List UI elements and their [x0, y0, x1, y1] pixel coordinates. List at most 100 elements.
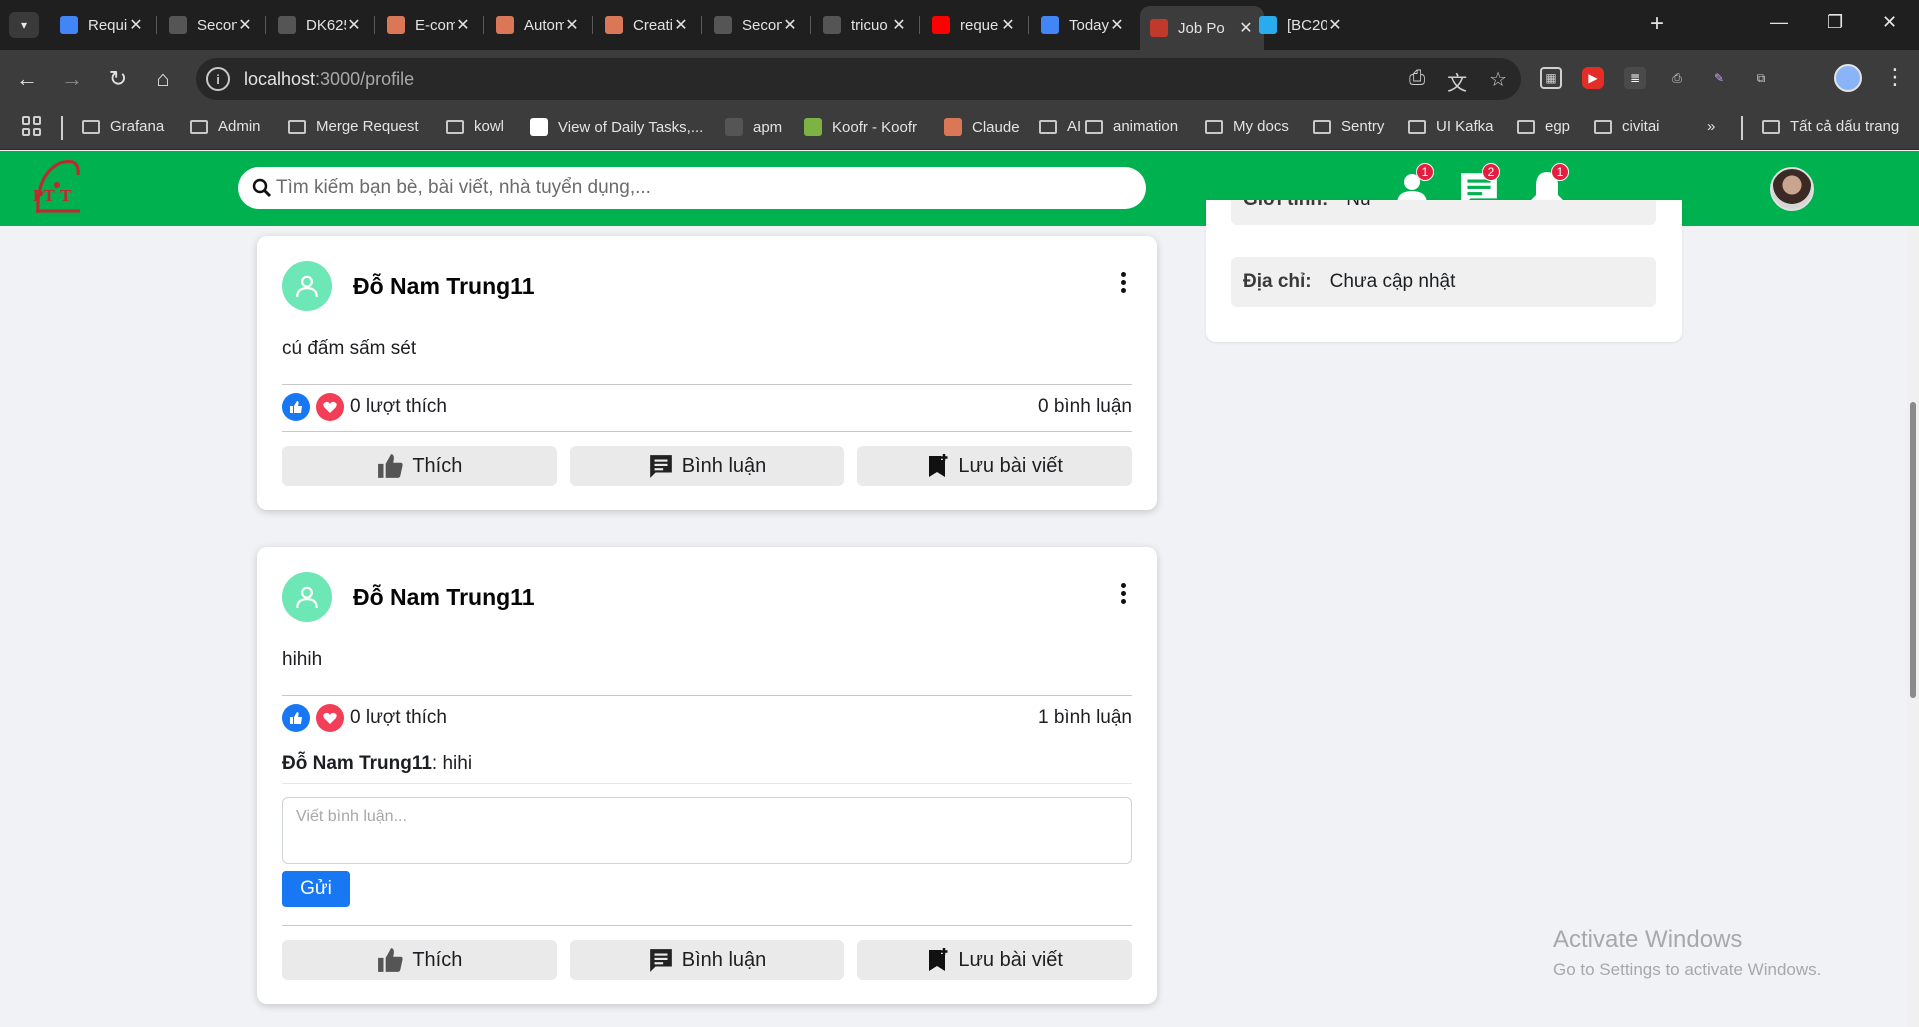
save-post-button[interactable]: Lưu bài viết — [857, 940, 1133, 980]
browser-tab[interactable]: Requir ✕ — [50, 6, 154, 44]
post-author[interactable]: Đỗ Nam Trung11 — [353, 273, 534, 300]
browser-tab[interactable]: Autom ✕ — [486, 6, 590, 44]
more-options-icon[interactable] — [1121, 583, 1127, 607]
site-info-icon[interactable]: i — [206, 67, 230, 91]
bookmark-folder[interactable]: Sentry — [1313, 118, 1384, 135]
close-tab-icon[interactable]: ✕ — [455, 15, 471, 35]
back-icon[interactable]: ← — [13, 65, 41, 93]
pen-extension-icon[interactable]: ✎ — [1708, 67, 1730, 89]
tab-search-button[interactable]: ▾ — [9, 12, 39, 38]
youtube-extension-icon[interactable]: ▶ — [1582, 67, 1604, 89]
bookmark-folder[interactable]: My docs — [1205, 118, 1289, 135]
bookmark-folder[interactable]: animation — [1085, 118, 1178, 135]
post-author[interactable]: Đỗ Nam Trung11 — [353, 584, 534, 611]
user-avatar[interactable] — [1770, 167, 1814, 211]
bookmarks-overflow-button[interactable]: » — [1707, 118, 1715, 135]
bookmark-item[interactable]: apm — [725, 118, 782, 136]
send-comment-button[interactable]: Gửi — [282, 871, 350, 907]
qr-code-icon[interactable]: ▦ — [1540, 67, 1562, 89]
browser-tab[interactable]: DK625✕ — [268, 6, 372, 44]
comment-button[interactable]: Bình luận — [569, 446, 845, 486]
close-tab-icon[interactable]: ✕ — [346, 15, 362, 35]
like-button[interactable]: Thích — [282, 940, 557, 980]
search-input[interactable] — [276, 177, 1136, 199]
bookmark-item[interactable]: Claude — [944, 118, 1020, 136]
profile-avatar-icon[interactable] — [1834, 64, 1862, 92]
avatar[interactable] — [282, 572, 332, 622]
close-tab-icon[interactable]: ✕ — [782, 15, 798, 35]
save-post-button[interactable]: Lưu bài viết — [857, 446, 1133, 486]
reload-icon[interactable]: ↻ — [104, 65, 132, 93]
extensions-puzzle-icon[interactable]: ⧉ — [1750, 67, 1772, 89]
restore-icon[interactable]: ❐ — [1827, 12, 1843, 33]
browser-tab[interactable]: reque ✕ — [922, 6, 1026, 44]
tab-separator — [919, 16, 920, 34]
browser-tab[interactable]: [BC20 ✕ — [1249, 6, 1353, 44]
love-reaction-icon — [316, 393, 344, 421]
close-tab-icon[interactable]: ✕ — [1327, 15, 1343, 35]
avatar[interactable] — [282, 261, 332, 311]
tab-title: Secon — [197, 16, 237, 34]
browser-menu-icon[interactable]: ⋮ — [1884, 64, 1906, 90]
new-tab-button[interactable]: + — [1650, 12, 1664, 36]
bookmark-folder[interactable]: Grafana — [82, 118, 164, 135]
comment-author[interactable]: Đỗ Nam Trung11 — [282, 753, 432, 774]
comment-button[interactable]: Bình luận — [569, 940, 845, 980]
close-tab-icon[interactable]: ✕ — [891, 15, 907, 35]
like-count[interactable]: 0 lượt thích — [350, 707, 447, 729]
address-bar[interactable]: i localhost:3000/profile ⎙ ⽂ ☆ — [196, 58, 1521, 100]
page-scrollbar[interactable] — [1907, 226, 1919, 1027]
bookmark-star-icon[interactable]: ☆ — [1489, 67, 1507, 96]
bookmark-folder[interactable]: kowl — [446, 118, 504, 135]
browser-tab[interactable]: Secon ✕ — [159, 6, 263, 44]
browser-tab[interactable]: Secon ✕ — [704, 6, 808, 44]
close-tab-icon[interactable]: ✕ — [1000, 15, 1016, 35]
like-count[interactable]: 0 lượt thích — [350, 396, 447, 418]
browser-tab[interactable]: E-com ✕ — [377, 6, 481, 44]
more-options-icon[interactable] — [1121, 272, 1127, 296]
browser-tab[interactable]: Job Po ✕ — [1140, 6, 1264, 50]
close-window-icon[interactable]: ✕ — [1882, 12, 1897, 33]
like-reaction-icon — [282, 393, 310, 421]
post-content: hihih — [282, 649, 323, 670]
close-tab-icon[interactable]: ✕ — [1109, 15, 1125, 35]
post-card: Đỗ Nam Trung11 hihih 0 lượt thích 1 bình… — [257, 547, 1157, 1004]
minimize-icon[interactable]: — — [1770, 12, 1788, 33]
search-bar[interactable] — [238, 167, 1146, 209]
bookmark-folder[interactable]: civitai — [1594, 118, 1660, 135]
install-app-icon[interactable]: ⎙ — [1409, 67, 1425, 96]
folder-icon — [1762, 119, 1780, 134]
bookmark-item[interactable]: Koofr - Koofr — [804, 118, 917, 136]
close-tab-icon[interactable]: ✕ — [673, 15, 689, 35]
bookmark-item[interactable]: View of Daily Tasks,... — [530, 118, 703, 136]
scrollbar-thumb[interactable] — [1910, 402, 1916, 698]
bookmark-divider — [1741, 116, 1743, 140]
gender-label: Giới tính: — [1243, 200, 1328, 211]
bookmark-label: Grafana — [110, 118, 165, 135]
comment-count[interactable]: 1 bình luận — [1038, 707, 1132, 729]
printer-extension-icon[interactable]: ⎙ — [1666, 67, 1688, 89]
apps-grid-icon[interactable] — [22, 116, 42, 136]
bookmark-folder[interactable]: egp — [1517, 118, 1570, 135]
close-tab-icon[interactable]: ✕ — [237, 15, 253, 35]
ptit-logo-icon[interactable]: PT T — [30, 155, 86, 221]
bookmark-folder[interactable]: Admin — [190, 118, 261, 135]
like-button[interactable]: Thích — [282, 446, 557, 486]
comment-count[interactable]: 0 bình luận — [1038, 396, 1132, 418]
browser-tab[interactable]: Creati ✕ — [595, 6, 699, 44]
close-tab-icon[interactable]: ✕ — [564, 15, 580, 35]
browser-tab[interactable]: Today ✕ — [1031, 6, 1135, 44]
home-icon[interactable]: ⌂ — [149, 65, 177, 93]
bookmark-folder[interactable]: UI Kafka — [1408, 118, 1494, 135]
close-tab-icon[interactable]: ✕ — [128, 15, 144, 35]
translate-icon[interactable]: ⽂ — [1447, 67, 1467, 96]
tab-manager-extension-icon[interactable]: ≣ — [1624, 67, 1646, 89]
all-bookmarks-folder[interactable]: Tất cả dấu trang — [1762, 118, 1899, 135]
comment-input[interactable] — [282, 797, 1132, 864]
browser-tab[interactable]: tricuo ✕ — [813, 6, 917, 44]
bookmark-folder[interactable]: Merge Request — [288, 118, 419, 135]
bookmark-folder[interactable]: AI — [1039, 118, 1081, 135]
tab-separator — [810, 16, 811, 34]
forward-icon[interactable]: → — [58, 65, 86, 93]
url-text[interactable]: localhost:3000/profile — [244, 69, 414, 90]
